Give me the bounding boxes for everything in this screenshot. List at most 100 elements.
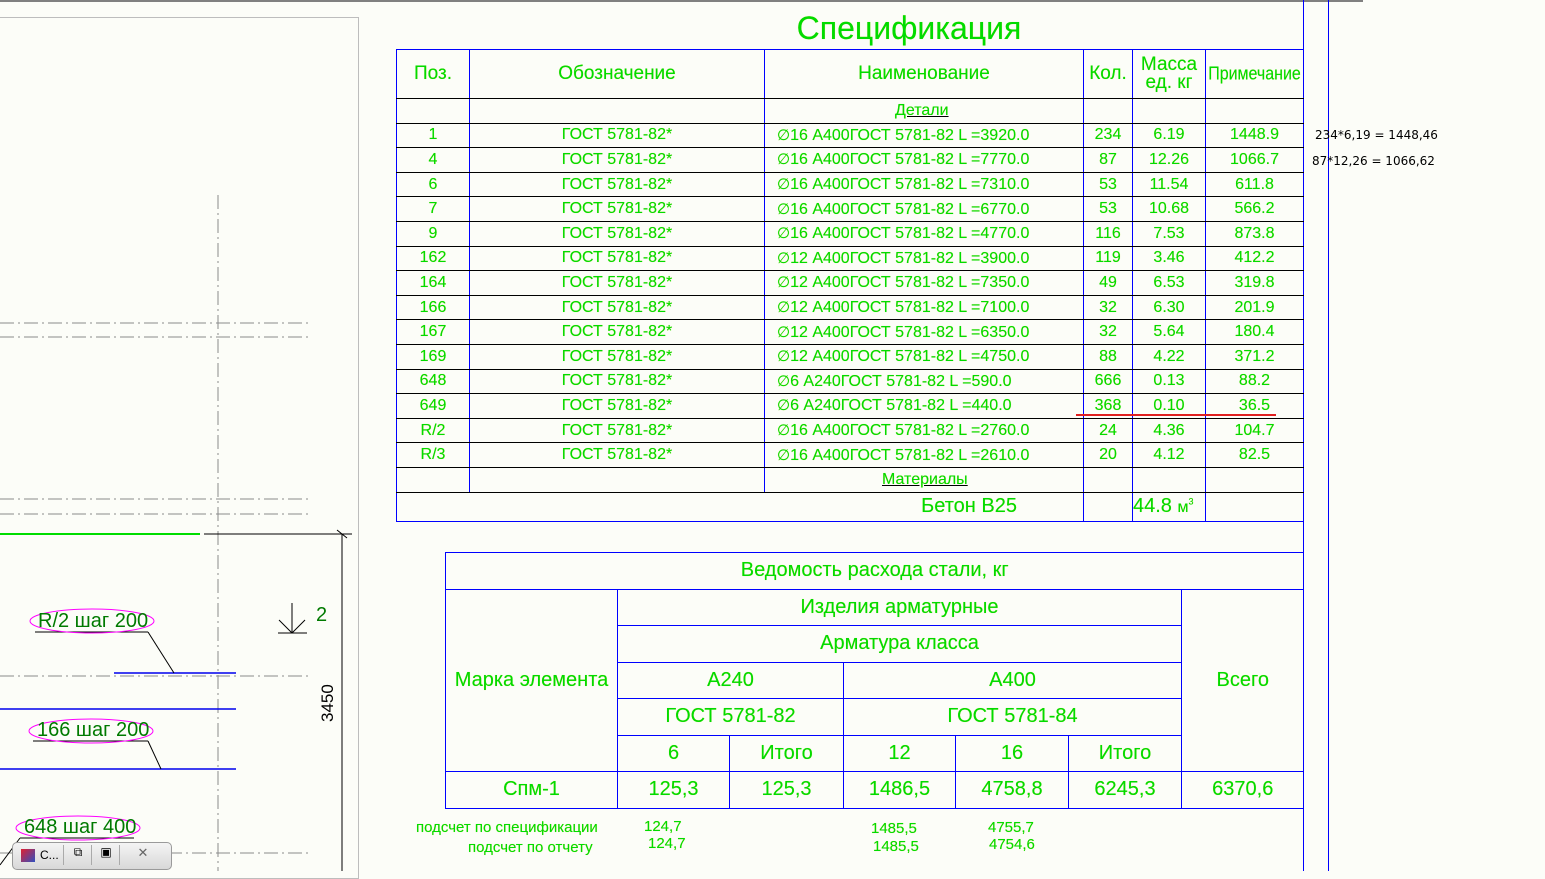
section-parts: Детали	[895, 102, 949, 119]
concrete-name: Бетон В25	[396, 491, 1084, 522]
rebar-label[interactable]: 166 шаг 200	[37, 719, 149, 742]
note-cell: 1066.7	[1205, 147, 1304, 173]
pos-cell: 4	[396, 147, 470, 173]
close-icon[interactable]: ✕	[119, 845, 166, 865]
mass-cell: 10.68	[1132, 196, 1206, 222]
designation-cell: ГОСТ 5781-82*	[469, 294, 765, 321]
designation-cell: ГОСТ 5781-82*	[469, 171, 765, 198]
name-cell: ∅12 А400ГОСТ 5781-82 L =4750.0	[764, 343, 1084, 370]
table-row: 1 ГОСТ 5781-82* ∅16 А400ГОСТ 5781-82 L =39…	[396, 122, 1304, 149]
check-value: 1485,5	[871, 820, 917, 837]
note-cell: 104.7	[1205, 417, 1304, 444]
table-row: R/2 ГОСТ 5781-82* ∅16 А400ГОСТ 5781-82 L =…	[396, 417, 1304, 444]
table-row: 9 ГОСТ 5781-82* ∅16 А400ГОСТ 5781-82 L =47…	[396, 220, 1304, 247]
pos-cell: 1	[396, 122, 470, 149]
table-row: 166 ГОСТ 5781-82* ∅12 А400ГОСТ 5781-82 L =…	[396, 294, 1304, 321]
mass-cell: 0.13	[1132, 368, 1206, 395]
sub-header: 16	[955, 734, 1069, 772]
designation-cell: ГОСТ 5781-82*	[469, 245, 765, 272]
designation-cell: ГОСТ 5781-82*	[469, 270, 765, 296]
value-cell: 4758,8	[955, 771, 1069, 809]
maximize-icon[interactable]: ▣	[91, 845, 120, 865]
total-header: Всего	[1181, 588, 1304, 772]
name-cell: ∅12 А400ГОСТ 5781-82 L =7350.0	[764, 270, 1084, 296]
sub-header: 6	[617, 734, 730, 772]
rebar-label[interactable]: R/2 шаг 200	[38, 610, 148, 633]
section-arrow-icon	[278, 603, 307, 634]
note-cell: 566.2	[1205, 196, 1304, 222]
note-cell: 88.2	[1205, 368, 1304, 395]
value-cell: 1486,5	[843, 771, 956, 809]
header-pos: Поз.	[396, 49, 470, 99]
note-cell: 873.8	[1205, 220, 1304, 247]
diameter-icon: ∅	[777, 225, 791, 243]
mass-cell: 5.64	[1132, 319, 1206, 345]
name-cell: ∅16 А400ГОСТ 5781-82 L =6770.0	[764, 196, 1084, 222]
name-text: 16 А400ГОСТ 5781-82 L =3920.0	[790, 126, 1030, 144]
rebar-class-header: Арматура класса	[617, 625, 1182, 663]
note-cell: 180.4	[1205, 319, 1304, 345]
check-value: 1485,5	[873, 838, 919, 855]
pos-cell: 649	[396, 393, 470, 419]
check-value: 4754,6	[989, 836, 1035, 853]
concrete-row: Бетон В25 44.8 м3	[396, 491, 1304, 522]
sub-header: 12	[843, 734, 956, 772]
qty-cell: 119	[1083, 245, 1133, 272]
name-cell: ∅6 А240ГОСТ 5781-82 L =440.0	[764, 393, 1084, 419]
qty-cell: 49	[1083, 270, 1133, 296]
diameter-icon: ∅	[777, 397, 791, 415]
qty-cell: 234	[1083, 122, 1133, 149]
table-row: 162 ГОСТ 5781-82* ∅12 А400ГОСТ 5781-82 L =…	[396, 245, 1304, 272]
restore-icon[interactable]: ⧉	[63, 845, 92, 865]
mark-header: Марка элемента	[445, 588, 618, 772]
name-text: 16 А400ГОСТ 5781-82 L =7310.0	[790, 176, 1030, 194]
note-cell: 1448.9	[1205, 122, 1304, 149]
qty-cell: 116	[1083, 220, 1133, 247]
name-cell: ∅12 А400ГОСТ 5781-82 L =6350.0	[764, 319, 1084, 345]
name-text: 6 А240ГОСТ 5781-82 L =590.0	[790, 372, 1012, 390]
pos-cell: 166	[396, 294, 470, 321]
diameter-icon: ∅	[777, 249, 791, 267]
mass-cell: 6.19	[1132, 122, 1206, 149]
note-cell: 82.5	[1205, 442, 1304, 468]
window-label: C...	[40, 848, 59, 862]
table-row: 164 ГОСТ 5781-82* ∅12 А400ГОСТ 5781-82 L =…	[396, 270, 1304, 296]
name-text: 6 А240ГОСТ 5781-82 L =440.0	[790, 397, 1012, 415]
specification-table: Поз. Обозначение Наименование Кол. Масса…	[396, 45, 1304, 522]
concrete-unit: м	[1177, 499, 1189, 516]
diameter-icon: ∅	[777, 323, 791, 341]
diameter-icon: ∅	[777, 274, 791, 292]
value-cell: 125,3	[617, 771, 730, 809]
designation-cell: ГОСТ 5781-82*	[469, 196, 765, 222]
pos-cell: 7	[396, 196, 470, 222]
designation-cell: ГОСТ 5781-82*	[469, 442, 765, 468]
steel-title: Ведомость расхода стали, кг	[445, 552, 1304, 590]
pos-cell: 169	[396, 343, 470, 370]
mass-cell: 6.53	[1132, 270, 1206, 296]
diameter-icon: ∅	[777, 126, 791, 144]
name-cell: ∅16 А400ГОСТ 5781-82 L =4770.0	[764, 220, 1084, 247]
check-value: 4755,7	[988, 819, 1034, 836]
qty-cell: 53	[1083, 196, 1133, 222]
table-row: 169 ГОСТ 5781-82* ∅12 А400ГОСТ 5781-82 L =…	[396, 343, 1304, 370]
diameter-icon: ∅	[777, 348, 791, 366]
minimized-window[interactable]: C... ⧉ ▣ ✕	[12, 842, 172, 870]
designation-cell: ГОСТ 5781-82*	[469, 147, 765, 173]
designation-cell: ГОСТ 5781-82*	[469, 417, 765, 444]
products-header: Изделия арматурные	[617, 588, 1182, 626]
rebar-label[interactable]: 648 шаг 400	[24, 816, 136, 839]
check-value: 124,7	[648, 835, 686, 852]
diameter-icon: ∅	[777, 200, 791, 218]
note-cell: 319.8	[1205, 270, 1304, 296]
class-a240: А240	[617, 661, 844, 699]
qty-cell: 53	[1083, 171, 1133, 198]
name-cell: ∅6 А240ГОСТ 5781-82 L =590.0	[764, 368, 1084, 395]
dimension-value: 3450	[318, 684, 337, 722]
name-text: 16 А400ГОСТ 5781-82 L =4770.0	[790, 225, 1030, 243]
mass-cell: 4.12	[1132, 442, 1206, 468]
total-cell: 6370,6	[1181, 771, 1304, 809]
red-underline	[1076, 414, 1276, 416]
name-text: 12 А400ГОСТ 5781-82 L =3900.0	[790, 249, 1030, 267]
value-cell: 125,3	[729, 771, 844, 809]
table-row: 167 ГОСТ 5781-82* ∅12 А400ГОСТ 5781-82 L =…	[396, 319, 1304, 345]
